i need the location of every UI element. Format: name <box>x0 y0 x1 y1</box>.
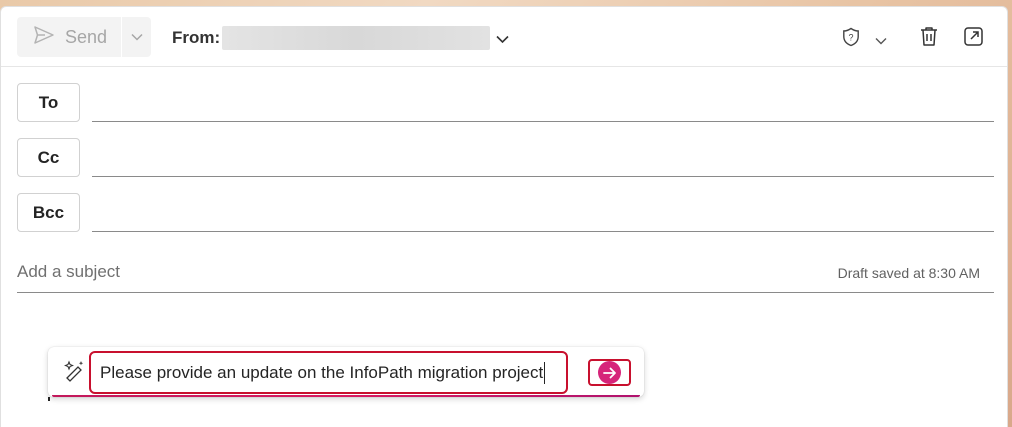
trash-icon[interactable] <box>918 25 940 52</box>
copilot-prompt-input[interactable]: Please provide an update on the InfoPath… <box>89 351 568 394</box>
send-button[interactable]: Send <box>17 17 121 57</box>
from-label: From: <box>172 28 221 47</box>
send-icon <box>33 25 55 50</box>
compose-toolbar: Send From: ? <box>1 7 1007 67</box>
to-button[interactable]: To <box>17 83 80 122</box>
to-input[interactable] <box>92 121 994 122</box>
corner-tick <box>48 397 50 401</box>
svg-text:?: ? <box>848 33 853 43</box>
bcc-input[interactable] <box>92 231 994 232</box>
text-caret <box>544 361 546 384</box>
from-dropdown-chevron-icon[interactable] <box>496 31 509 49</box>
send-split-button: Send <box>17 17 151 57</box>
copilot-accent-underline <box>52 395 640 397</box>
copilot-submit-button[interactable] <box>588 359 631 386</box>
subject-underline <box>17 292 994 293</box>
cc-input[interactable] <box>92 176 994 177</box>
arrow-right-icon <box>598 361 621 384</box>
sensitivity-chevron-icon[interactable] <box>875 32 887 50</box>
compose-window: Send From: ? To Cc Bcc Add a subject Dra… <box>0 6 1008 427</box>
cc-button[interactable]: Cc <box>17 138 80 177</box>
send-options-button[interactable] <box>122 17 151 57</box>
bcc-button[interactable]: Bcc <box>17 193 80 232</box>
draft-status: Draft saved at 8:30 AM <box>837 265 980 281</box>
from-account-value[interactable] <box>222 26 490 50</box>
chevron-down-icon <box>130 28 143 46</box>
pop-out-icon[interactable] <box>963 26 984 52</box>
send-label: Send <box>65 26 108 47</box>
sensitivity-shield-icon[interactable]: ? <box>842 27 860 52</box>
subject-input[interactable]: Add a subject <box>17 262 120 282</box>
copilot-prompt-text: Please provide an update on the InfoPath… <box>100 362 544 382</box>
copilot-prompt-bar: Please provide an update on the InfoPath… <box>48 347 644 397</box>
copilot-wand-icon <box>63 360 87 389</box>
